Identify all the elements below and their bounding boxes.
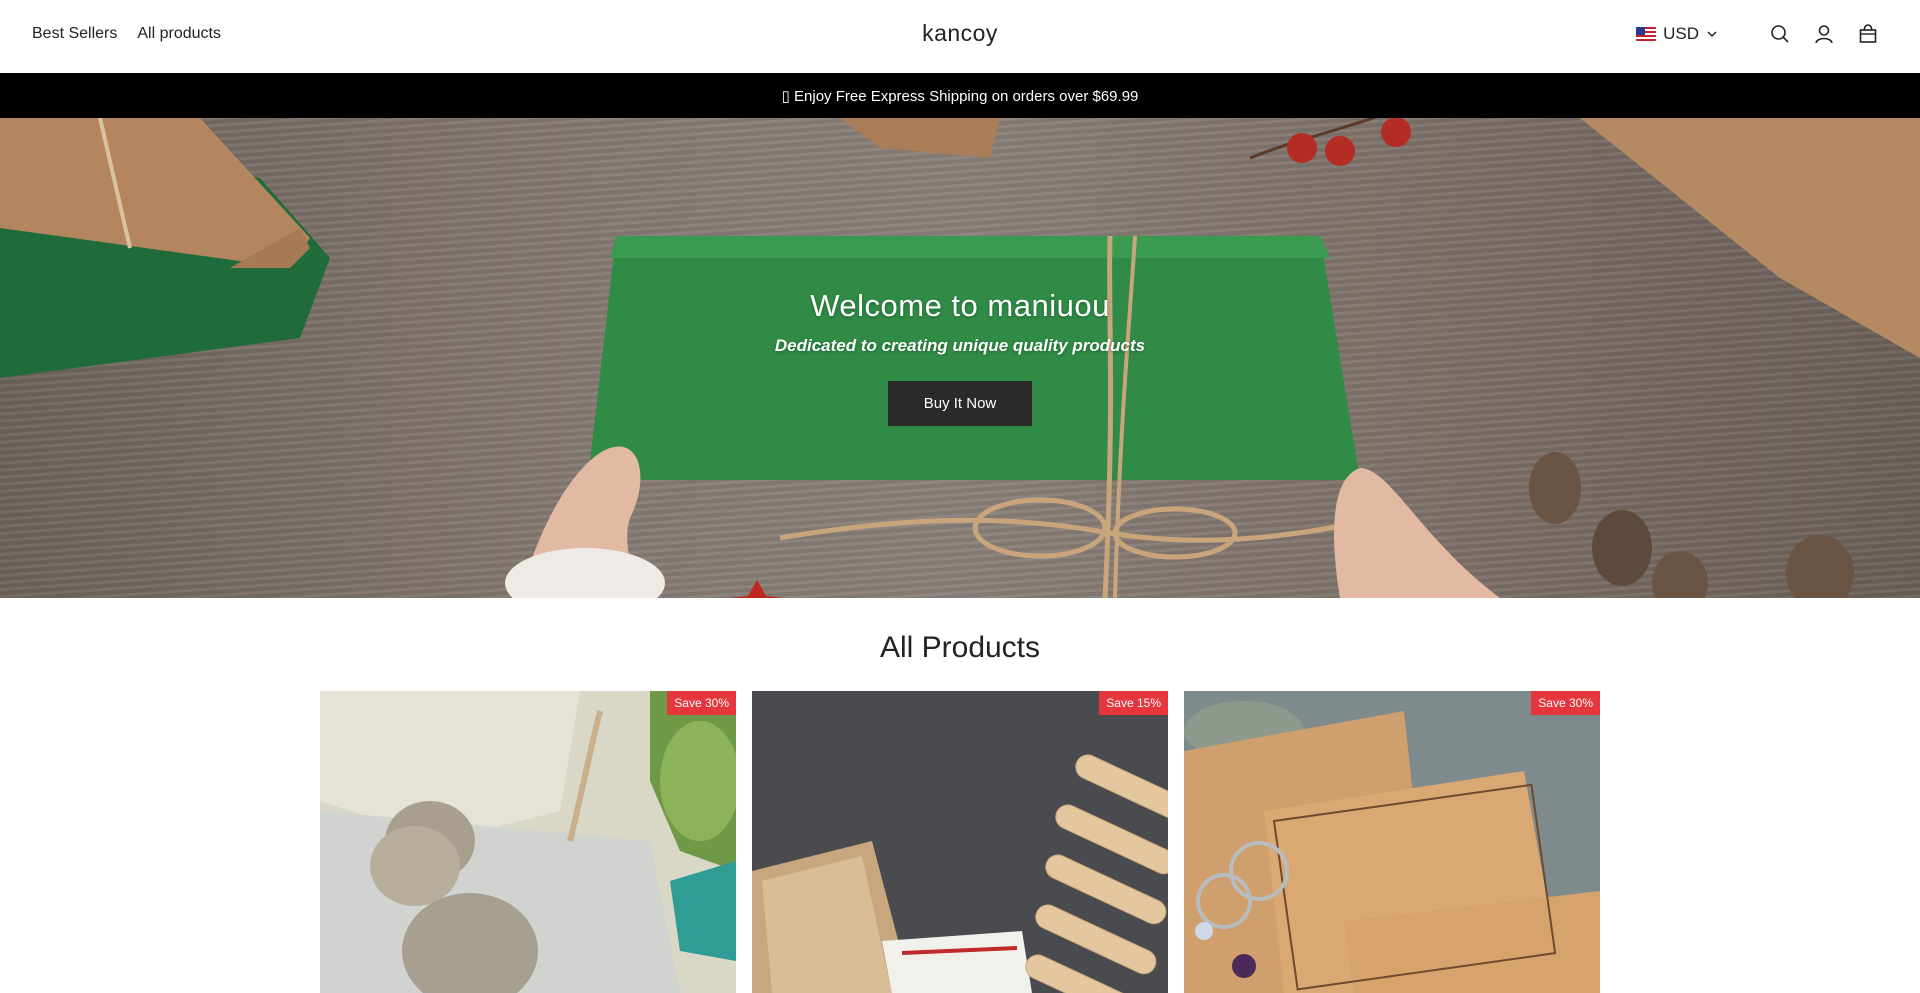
sale-badge: Save 15%: [1099, 691, 1168, 715]
sale-badge: Save 30%: [667, 691, 736, 715]
announcement-text: ▯ Enjoy Free Express Shipping on orders …: [781, 87, 1139, 105]
header-actions: USD: [1636, 22, 1880, 46]
product-image: [752, 691, 1168, 993]
site-logo-wrap: kancoy: [0, 20, 1920, 47]
hero-content: Welcome to maniuou Dedicated to creating…: [0, 288, 1920, 426]
product-card[interactable]: Save 15%: [752, 691, 1168, 993]
hero-title: Welcome to maniuou: [810, 288, 1110, 323]
sale-badge: Save 30%: [1531, 691, 1600, 715]
nav-best-sellers[interactable]: Best Sellers: [32, 25, 117, 43]
nav-all-products[interactable]: All products: [137, 25, 221, 43]
section-title: All Products: [879, 631, 1041, 664]
search-icon[interactable]: [1768, 22, 1792, 46]
product-grid: Save 30% Save 15% Save 30%: [320, 691, 1600, 993]
buy-it-now-button[interactable]: Buy It Now: [888, 381, 1032, 426]
product-card[interactable]: Save 30%: [320, 691, 736, 993]
site-logo[interactable]: kancoy: [922, 20, 998, 46]
us-flag-icon: [1636, 27, 1657, 41]
cart-icon[interactable]: [1856, 22, 1880, 46]
product-image: [1184, 691, 1600, 993]
currency-code: USD: [1663, 24, 1699, 43]
account-icon[interactable]: [1812, 22, 1836, 46]
hero-subtitle: Dedicated to creating unique quality pro…: [774, 336, 1146, 355]
site-header: Best Sellers All products kancoy USD: [0, 0, 1920, 73]
currency-selector[interactable]: USD: [1636, 24, 1718, 44]
product-image: [320, 691, 736, 993]
chevron-down-icon: [1707, 31, 1717, 38]
product-card[interactable]: Save 30%: [1184, 691, 1600, 993]
announcement-bar: ▯ Enjoy Free Express Shipping on orders …: [0, 73, 1920, 118]
hero-banner: Welcome to maniuou Dedicated to creating…: [0, 118, 1920, 598]
main-nav: Best Sellers All products: [32, 25, 221, 43]
